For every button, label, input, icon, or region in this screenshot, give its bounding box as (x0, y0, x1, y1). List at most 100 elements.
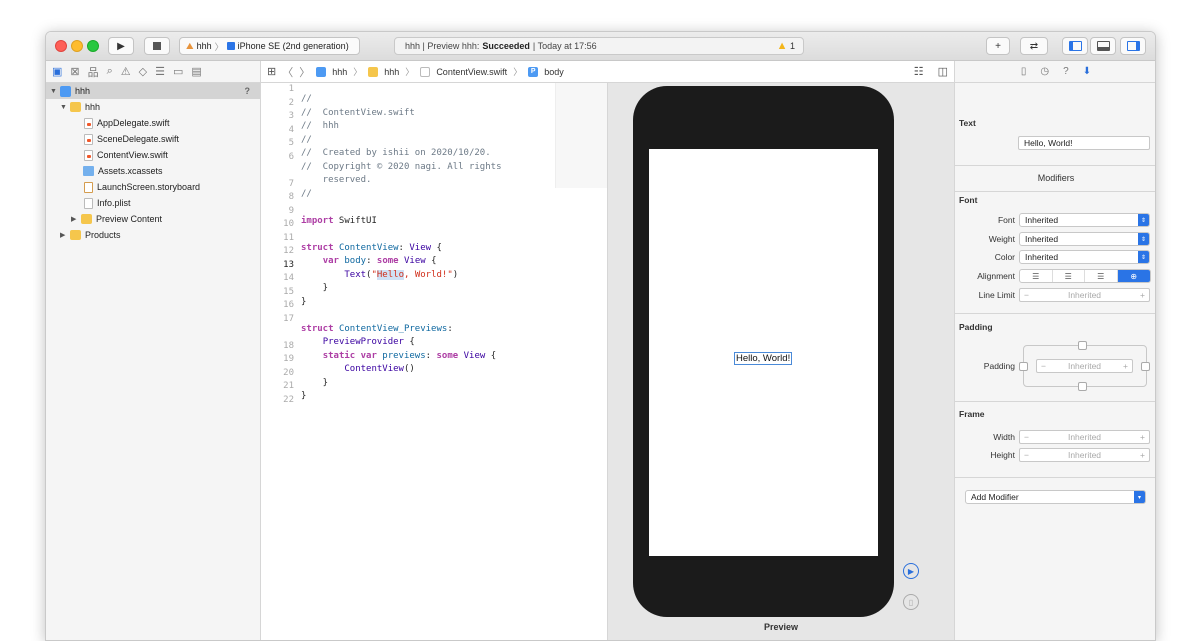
live-preview-button[interactable]: ▶ (903, 563, 919, 579)
disclosure-closed-icon[interactable]: ▶ (60, 231, 70, 239)
tree-item-file[interactable]: ContentView.swift (46, 147, 260, 163)
preview-on-device-button[interactable]: ▯ (903, 594, 919, 610)
minus-icon[interactable]: − (1024, 432, 1029, 442)
code-review-button[interactable]: ⇄ (1020, 37, 1048, 55)
chevron-down-icon: ▾ (1134, 491, 1145, 503)
tree-item-file[interactable]: AppDelegate.swift (46, 115, 260, 131)
minus-icon[interactable]: − (1024, 450, 1029, 460)
folder-icon (81, 214, 92, 224)
debug-icon[interactable]: ☰ (155, 65, 165, 78)
play-icon: ▶ (117, 40, 125, 52)
tree-item-file[interactable]: SceneDelegate.swift (46, 131, 260, 147)
symbol-icon[interactable]: 品 (88, 64, 99, 80)
color-popup[interactable]: Inherited ⇕ (1019, 250, 1150, 264)
tree-item-file[interactable]: Assets.xcassets (46, 163, 260, 179)
tree-item-group[interactable]: ▶ Products (46, 227, 260, 243)
font-popup[interactable]: Inherited ⇕ (1019, 213, 1150, 227)
tree-item-group[interactable]: ▼ hhh (46, 99, 260, 115)
padding-stepper[interactable]: − Inherited + (1036, 359, 1133, 373)
height-stepper[interactable]: − Inherited + (1019, 448, 1150, 462)
line-number: 11 (283, 232, 294, 243)
preview-text[interactable]: Hello, World! (734, 352, 793, 365)
folder-icon (368, 66, 379, 77)
library-button[interactable]: + (986, 37, 1010, 55)
text-field[interactable]: Hello, World! (1018, 136, 1150, 150)
align-right-button[interactable]: ☰ (1085, 270, 1118, 282)
padding-leading-checkbox[interactable] (1019, 362, 1028, 371)
report-icon[interactable]: ▤ (191, 65, 201, 78)
zoom-window-button[interactable] (87, 40, 99, 52)
tree-item-file[interactable]: LaunchScreen.storyboard (46, 179, 260, 195)
crumb-symbol[interactable]: body (544, 67, 564, 77)
line-number-gutter: 1 2 3 4 5 6 7 8 9 10 11 12 13 14 15 16 17 18 19 20 21 22 (261, 83, 294, 407)
line-limit-value: Inherited (1067, 290, 1102, 300)
align-left-button[interactable]: ☰ (1020, 270, 1053, 282)
padding-bottom-checkbox[interactable] (1078, 382, 1087, 391)
plus-icon[interactable]: + (1123, 361, 1128, 371)
search-icon[interactable]: ⌕ (107, 65, 113, 78)
back-button[interactable]: 〈 (282, 64, 293, 80)
activity-status: hhh | Preview hhh: Succeeded | Today at … (394, 37, 804, 55)
editor-options: ☷ ◫ (914, 65, 948, 78)
line-number: 13 (283, 259, 294, 270)
source-code[interactable]: //// ContentView.swift// hhh//// Created… (301, 83, 501, 437)
help-icon[interactable]: ? (1063, 66, 1069, 77)
add-modifier-popup[interactable]: Add Modifier ▾ (965, 490, 1146, 504)
split-editor-icon[interactable]: ◫ (938, 65, 948, 78)
related-items-icon[interactable]: ⊞ (267, 65, 276, 78)
source-editor[interactable]: 1 2 3 4 5 6 7 8 9 10 11 12 13 14 15 16 17 18 19 20 21 22 ////… (261, 83, 556, 640)
tree-item-file[interactable]: Info.plist (46, 195, 260, 211)
toggle-debug-button[interactable] (1090, 37, 1116, 55)
align-inherited-button[interactable]: ⊕ (1117, 270, 1150, 282)
line-number: 17 (283, 313, 294, 324)
align-center-button[interactable]: ☰ (1053, 270, 1085, 282)
minus-icon[interactable]: − (1024, 290, 1029, 300)
scheme-selector[interactable]: ⛰ hhh 〉 iPhone SE (2nd generation) (179, 37, 360, 55)
disclosure-open-icon[interactable]: ▼ (50, 88, 60, 95)
plus-icon[interactable]: + (1140, 290, 1145, 300)
warning-indicator[interactable]: ▲ 1 (777, 40, 795, 52)
plus-icon[interactable]: + (1140, 450, 1145, 460)
tree-item-group[interactable]: ▶ Preview Content (46, 211, 260, 227)
close-window-button[interactable] (55, 40, 67, 52)
weight-popup[interactable]: Inherited ⇕ (1019, 232, 1150, 246)
stop-button[interactable] (144, 37, 170, 55)
file-tree: ▼ hhh ? ▼ hhh AppDelegate.swift SceneDel… (46, 83, 260, 243)
issue-icon[interactable]: ⚠ (121, 65, 131, 78)
minimize-window-button[interactable] (71, 40, 83, 52)
test-icon[interactable]: ◇ (139, 65, 147, 78)
line-limit-stepper[interactable]: − Inherited + (1019, 288, 1150, 302)
padding-top-checkbox[interactable] (1078, 341, 1087, 350)
chevron-right-icon: 〉 (405, 67, 415, 77)
crumb-project[interactable]: hhh (332, 67, 347, 77)
tree-item-project[interactable]: ▼ hhh ? (46, 83, 260, 99)
line-limit-label: Line Limit (978, 290, 1015, 300)
swift-file-icon (84, 117, 93, 129)
padding-trailing-checkbox[interactable] (1141, 362, 1150, 371)
width-stepper[interactable]: − Inherited + (1019, 430, 1150, 444)
attributes-icon[interactable]: ⬇ (1083, 66, 1091, 77)
canvas-toggle-icon[interactable]: ☷ (914, 65, 924, 78)
plus-icon[interactable]: + (1140, 432, 1145, 442)
folder-icon[interactable]: ▣ (52, 65, 62, 78)
disclosure-open-icon[interactable]: ▼ (60, 104, 70, 111)
breakpoint-icon[interactable]: ▭ (173, 65, 183, 78)
forward-button[interactable]: 〉 (299, 64, 310, 80)
minimap[interactable] (555, 83, 607, 188)
stop-icon (153, 42, 161, 50)
crumb-group[interactable]: hhh (384, 67, 399, 77)
disclosure-closed-icon[interactable]: ▶ (71, 215, 81, 223)
history-icon[interactable]: ◷ (1040, 66, 1049, 77)
help-badge: ? (244, 86, 251, 96)
height-label: Height (990, 450, 1015, 460)
line-number: 19 (283, 354, 294, 364)
file-icon[interactable]: ▯ (1021, 66, 1027, 77)
source-control-icon[interactable]: ⊠ (70, 65, 79, 78)
tree-item-label: Products (85, 230, 121, 240)
device-frame: Hello, World! (633, 86, 894, 617)
crumb-file[interactable]: ContentView.swift (436, 67, 507, 77)
run-button[interactable]: ▶ (108, 37, 134, 55)
toggle-inspector-button[interactable] (1120, 37, 1146, 55)
toggle-navigator-button[interactable] (1062, 37, 1088, 55)
minus-icon[interactable]: − (1041, 361, 1046, 371)
